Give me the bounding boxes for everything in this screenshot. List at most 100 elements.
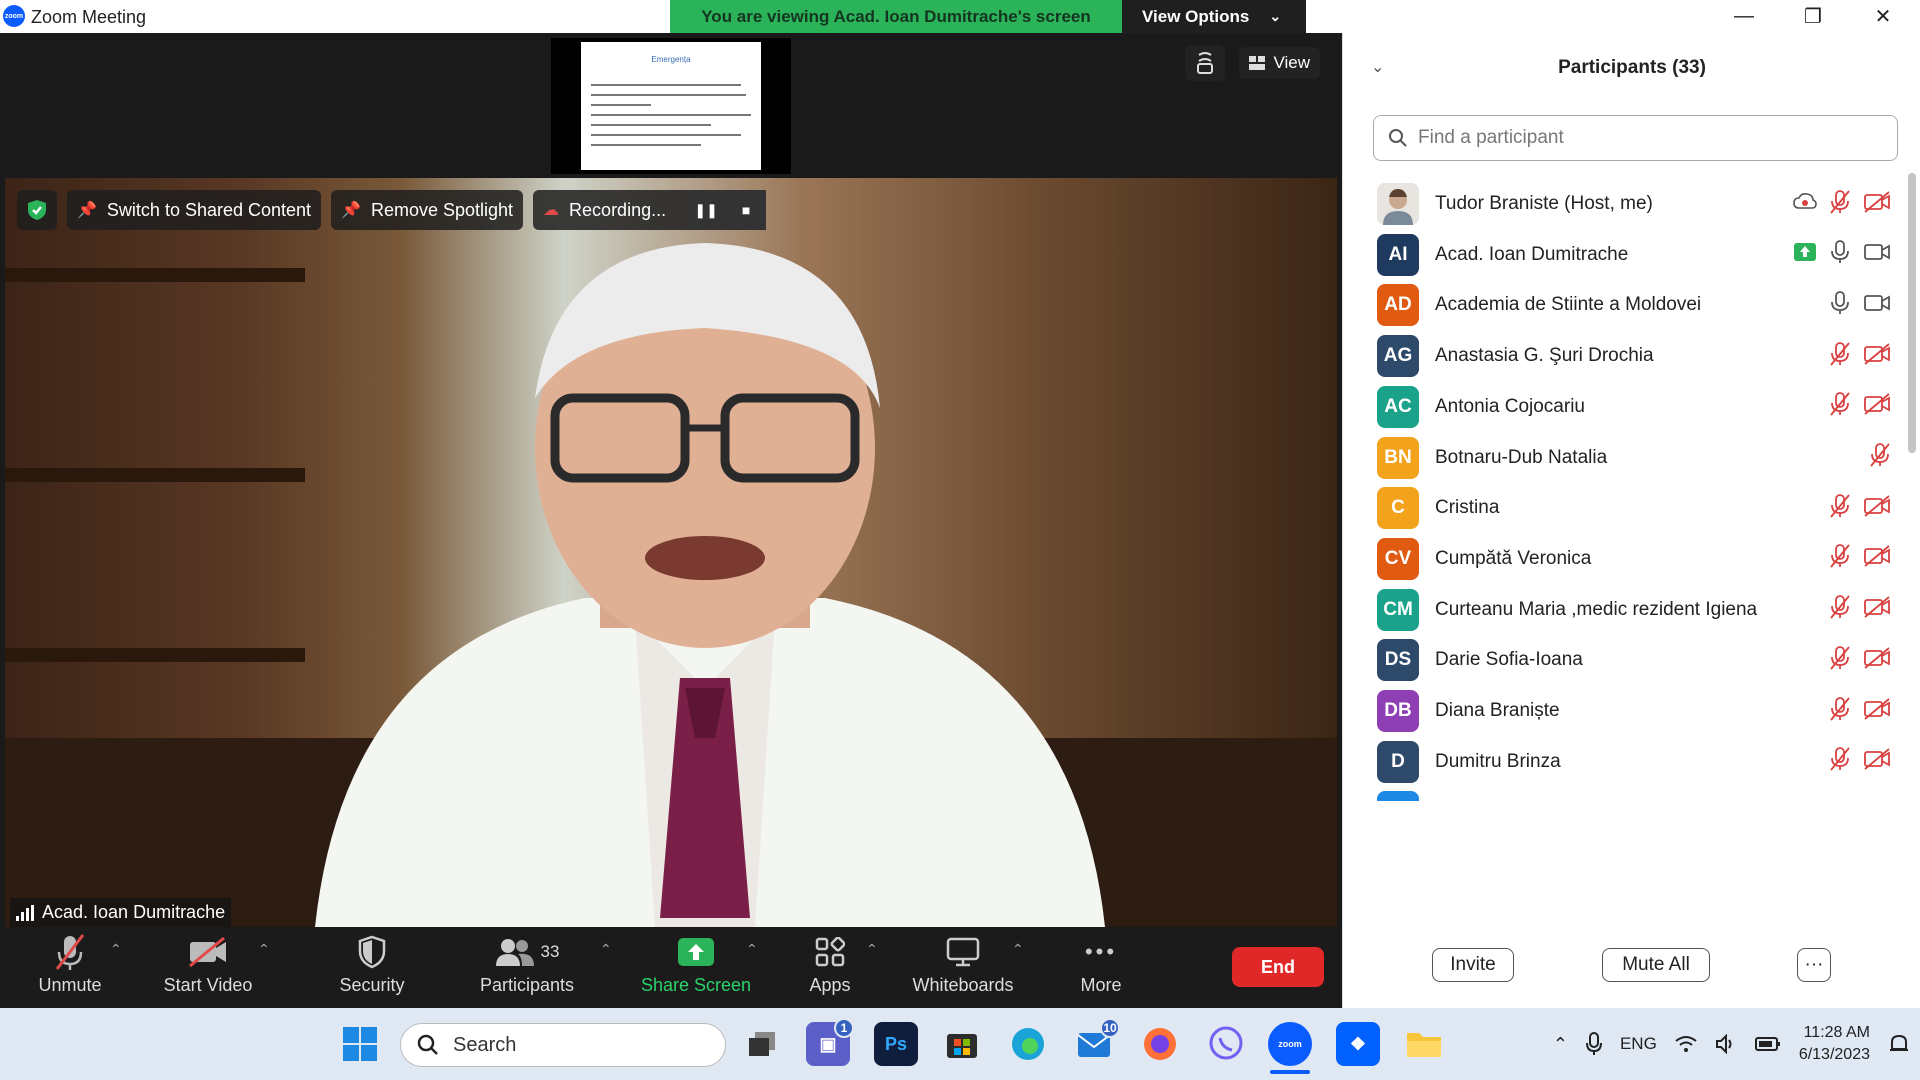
participant-list-scrollbar[interactable]: [1908, 173, 1916, 453]
participants-icon: [495, 939, 534, 966]
more-button[interactable]: ••• More: [1066, 927, 1136, 1008]
whiteboards-options-chevron-icon[interactable]: ⌃: [1012, 941, 1024, 958]
mute-all-button[interactable]: Mute All: [1602, 948, 1710, 982]
recording-label: Recording...: [569, 199, 667, 220]
slide-text-line: [591, 124, 711, 126]
firefox-icon[interactable]: [1138, 1022, 1182, 1066]
switch-to-shared-content-button[interactable]: 📌 Switch to Shared Content: [67, 190, 322, 230]
video-off-icon: [189, 936, 226, 968]
panel-more-button[interactable]: ···: [1797, 948, 1831, 982]
stop-recording-button[interactable]: ■: [726, 190, 767, 230]
participant-avatar: CM: [1377, 588, 1419, 631]
more-label: More: [1080, 975, 1122, 995]
view-button[interactable]: View: [1239, 47, 1320, 79]
participant-name: Darie Sofia-Ioana: [1435, 649, 1583, 671]
participant-avatar: AD: [1377, 284, 1419, 327]
meeting-toolbar: Unmute ⌃ Start Video ⌃ Security 33 Parti…: [0, 927, 1342, 1008]
wifi-icon[interactable]: [1675, 1035, 1697, 1053]
title-bar: zoom Zoom Meeting You are viewing Acad. …: [0, 0, 1920, 33]
speaker-video[interactable]: 📌 Switch to Shared Content 📌 Remove Spot…: [5, 178, 1337, 927]
spotlight-label: Remove Spotlight: [370, 199, 514, 220]
shield-icon: [358, 935, 386, 969]
end-meeting-button[interactable]: End: [1232, 947, 1324, 987]
language-indicator[interactable]: ENG: [1620, 1034, 1657, 1054]
slide-text-line: [591, 144, 701, 146]
video-off-icon: [1863, 393, 1891, 420]
file-explorer-icon[interactable]: [1402, 1022, 1446, 1066]
edge-browser-icon[interactable]: [1006, 1022, 1050, 1066]
close-button[interactable]: ✕: [1850, 0, 1916, 33]
security-button[interactable]: Security: [332, 927, 412, 1008]
apps-label: Apps: [809, 975, 851, 995]
search-placeholder: Find a participant: [1418, 127, 1564, 148]
participants-options-chevron-icon[interactable]: ⌃: [600, 941, 612, 958]
photoshop-icon[interactable]: Ps: [874, 1022, 918, 1066]
participant-name: Academia de Stiinte a Moldovei: [1435, 294, 1702, 316]
mic-off-icon: [1829, 493, 1851, 524]
participant-avatar: AI: [1377, 233, 1419, 276]
remove-spotlight-button[interactable]: 📌 Remove Spotlight: [331, 190, 524, 230]
immersive-button[interactable]: [1185, 45, 1226, 81]
security-label: Security: [339, 975, 405, 995]
share-options-chevron-icon[interactable]: ⌃: [746, 941, 758, 958]
participant-row[interactable]: D Dumitru Brinza: [1343, 731, 1903, 793]
immersive-icon: [1197, 52, 1214, 74]
clock[interactable]: 11:28 AM 6/13/2023: [1799, 1022, 1870, 1066]
taskbar-search[interactable]: Search: [400, 1023, 726, 1067]
participant-status-icons: [1829, 493, 1891, 524]
video-off-icon: [1863, 494, 1891, 522]
zoom-taskbar-icon[interactable]: zoom: [1268, 1022, 1312, 1066]
minimize-button[interactable]: —: [1711, 0, 1777, 33]
audio-options-chevron-icon[interactable]: ⌃: [110, 941, 122, 958]
mail-icon[interactable]: 10: [1072, 1018, 1120, 1066]
shield-check-icon: [28, 200, 46, 220]
show-hidden-icons-chevron-icon[interactable]: ⌃: [1553, 1034, 1568, 1055]
volume-icon[interactable]: [1715, 1034, 1737, 1054]
window-title: Zoom Meeting: [31, 7, 147, 27]
start-video-button[interactable]: Start Video: [158, 927, 258, 1008]
mic-off-icon: [1829, 594, 1851, 625]
encryption-badge[interactable]: [17, 190, 57, 230]
unmute-label: Unmute: [38, 975, 102, 995]
search-icon: [417, 1034, 438, 1055]
slide-text-line: [591, 134, 741, 136]
participant-name: Antonia Cojocariu: [1435, 395, 1585, 417]
participants-label: Participants: [479, 975, 575, 995]
viber-icon[interactable]: [1204, 1022, 1248, 1066]
teams-chat-icon[interactable]: ▣ 1: [806, 1018, 854, 1066]
microphone-icon[interactable]: [1585, 1032, 1602, 1056]
pause-recording-button[interactable]: ❚❚: [686, 190, 727, 230]
participant-name: Curteanu Maria ,medic rezident Igiena: [1435, 598, 1758, 620]
apps-options-chevron-icon[interactable]: ⌃: [866, 941, 878, 958]
mic-icon: [1829, 239, 1851, 270]
participant-status-icons: [1829, 341, 1891, 372]
participants-panel-footer: Invite Mute All ···: [1343, 948, 1920, 998]
participants-button[interactable]: 33 Participants: [474, 927, 580, 1008]
share-screen-button[interactable]: Share Screen: [640, 927, 752, 1008]
find-participant-input[interactable]: Find a participant: [1373, 115, 1898, 161]
participant-avatar: AG: [1377, 335, 1419, 378]
windows-start-icon[interactable]: [338, 1022, 382, 1066]
share-screen-icon: [678, 938, 714, 966]
notifications-icon[interactable]: [1888, 1033, 1910, 1055]
unmute-button[interactable]: Unmute: [28, 927, 112, 1008]
battery-icon[interactable]: [1754, 1036, 1781, 1052]
video-options-chevron-icon[interactable]: ⌃: [258, 941, 270, 958]
apps-icon: [815, 937, 845, 967]
view-options-button[interactable]: View Options ⌄: [1122, 0, 1306, 33]
shared-screen-thumbnail[interactable]: Emergența: [551, 38, 791, 174]
apps-button[interactable]: Apps: [800, 927, 860, 1008]
recording-icon: [1793, 192, 1817, 217]
participant-name: Botnaru-Dub Natalia: [1435, 446, 1608, 468]
dropbox-icon[interactable]: ❖: [1336, 1022, 1380, 1066]
participant-status-icons: [1829, 696, 1891, 727]
microsoft-store-icon[interactable]: [940, 1022, 984, 1066]
invite-button[interactable]: Invite: [1432, 948, 1514, 982]
task-view-icon[interactable]: [740, 1022, 784, 1066]
participant-status-icons: [1829, 290, 1891, 321]
participant-status-icons: [1793, 189, 1891, 220]
whiteboards-label: Whiteboards: [912, 975, 1014, 995]
whiteboards-button[interactable]: Whiteboards: [906, 927, 1020, 1008]
slide-text-line: [591, 114, 751, 116]
maximize-button[interactable]: ❐: [1780, 0, 1846, 33]
